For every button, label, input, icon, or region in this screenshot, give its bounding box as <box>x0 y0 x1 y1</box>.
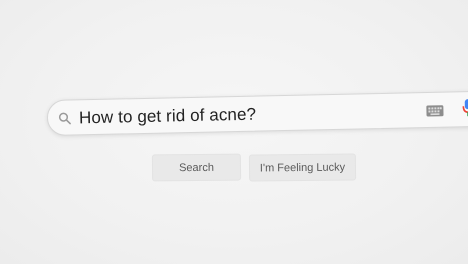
feeling-lucky-button[interactable]: I'm Feeling Lucky <box>248 153 357 182</box>
page: How to get rid of acne? Search I'm Feeli… <box>0 0 468 264</box>
search-button[interactable]: Search <box>151 153 242 182</box>
keyboard-icon[interactable] <box>426 104 444 117</box>
search-icon <box>58 111 72 125</box>
microphone-icon[interactable] <box>462 98 468 118</box>
search-input[interactable]: How to get rid of acne? <box>79 105 257 129</box>
search-box[interactable]: How to get rid of acne? <box>46 90 468 136</box>
